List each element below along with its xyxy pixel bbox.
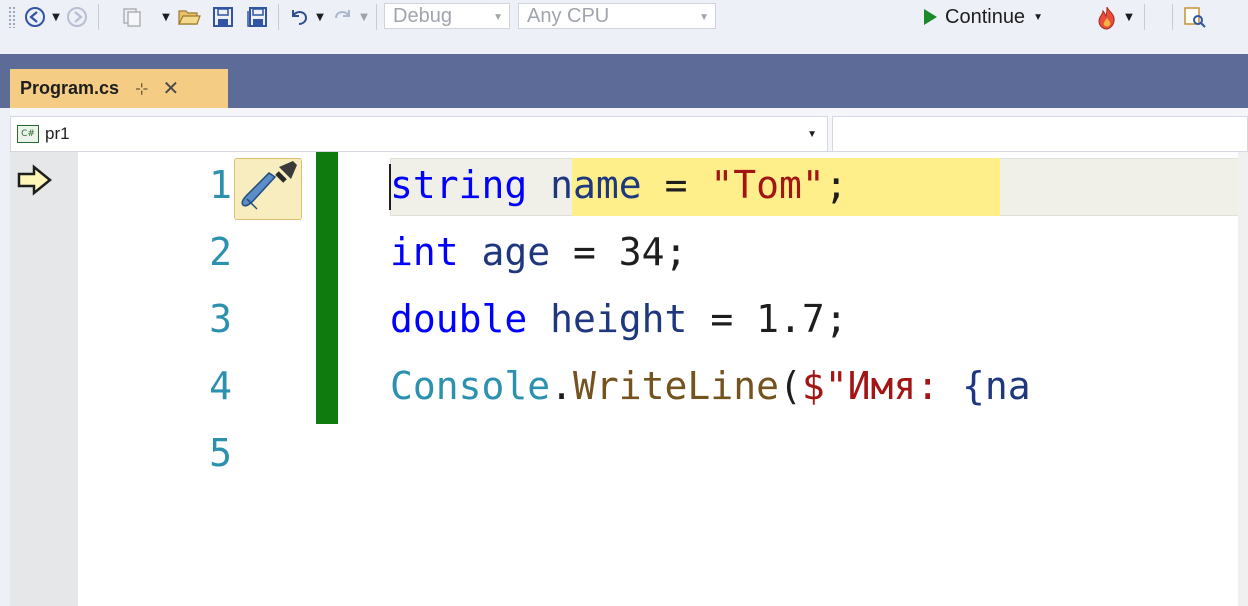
hot-reload-dropdown-icon[interactable]: ▼ — [1122, 2, 1136, 32]
toolbar-separator — [1144, 4, 1145, 30]
project-combo[interactable]: C# pr1 ▼ — [10, 116, 828, 152]
vertical-scrollbar[interactable] — [1238, 152, 1248, 606]
code-token: "Tom" — [687, 163, 825, 207]
solution-platform-combo[interactable]: Any CPU ▼ — [518, 3, 716, 29]
change-tracking-bar — [316, 152, 338, 424]
undo-icon[interactable] — [286, 2, 312, 32]
save-all-icon[interactable] — [244, 2, 270, 32]
code-line[interactable]: double height = 1.7; — [390, 286, 848, 353]
code-editor[interactable]: 1 2 3 4 5 string name = "Tom"; int age =… — [10, 152, 1248, 606]
code-token: int — [390, 230, 459, 274]
new-project-icon[interactable] — [106, 2, 158, 32]
code-token: ; — [824, 163, 848, 207]
line-number: 2 — [209, 230, 232, 274]
solution-platform-value: Any CPU — [527, 4, 610, 27]
toolbar-separator — [1172, 4, 1173, 30]
csharp-project-icon: C# — [17, 125, 39, 143]
toolbar-grip[interactable] — [8, 6, 16, 28]
line-number: 5 — [209, 431, 232, 475]
code-token: ( — [778, 364, 802, 408]
code-token: height — [527, 297, 711, 341]
code-token: = — [664, 163, 688, 207]
code-token: WriteLine — [573, 364, 779, 408]
navigate-back-dropdown-icon[interactable]: ▼ — [50, 2, 62, 32]
project-name: pr1 — [45, 124, 70, 143]
code-token: $"Имя: — [801, 364, 962, 408]
tab-program-cs[interactable]: Program.cs ⊹ ✕ — [10, 69, 228, 108]
code-token: = — [573, 230, 596, 274]
code-token: 34; — [595, 230, 688, 274]
new-project-dropdown-icon[interactable]: ▼ — [160, 2, 172, 32]
continue-label: Continue — [945, 5, 1026, 28]
document-tab-strip: Program.cs ⊹ ✕ — [0, 54, 1248, 108]
save-icon[interactable] — [210, 2, 236, 32]
code-line[interactable]: Console.WriteLine($"Имя: {na — [390, 353, 1031, 420]
redo-icon[interactable] — [330, 2, 356, 32]
navigation-bar: C# pr1 ▼ — [10, 108, 1248, 152]
toolbar-separator — [376, 4, 377, 30]
text-caret — [389, 164, 391, 210]
find-in-files-icon[interactable] — [1183, 5, 1207, 29]
navigate-back-icon[interactable] — [22, 2, 48, 32]
code-token: name — [527, 163, 665, 207]
toolbar-separator — [98, 4, 99, 30]
current-statement-arrow-icon — [17, 164, 52, 196]
hot-reload-icon[interactable] — [1094, 5, 1120, 31]
solution-configuration-combo[interactable]: Debug ▼ — [384, 3, 510, 29]
continue-button[interactable]: Continue ▼ — [924, 2, 1043, 32]
chevron-down-icon: ▼ — [699, 12, 709, 23]
code-token: 1.7; — [733, 297, 848, 341]
code-token: = — [710, 297, 734, 341]
code-token: {na — [962, 364, 1031, 408]
standard-toolbar: ▼ ▼ ▼ ▼ Debug ▼ Any CPU ▼ Continue ▼ ▼ — [0, 0, 1248, 54]
indicator-margin[interactable] — [10, 152, 78, 606]
close-icon[interactable]: ✕ — [162, 76, 179, 101]
pin-icon[interactable]: ⊹ — [135, 79, 148, 99]
open-folder-icon[interactable] — [176, 2, 202, 32]
undo-dropdown-icon[interactable]: ▼ — [314, 2, 326, 32]
code-token: age — [458, 230, 574, 274]
code-line[interactable]: int age = 34; — [390, 219, 687, 286]
play-icon — [924, 9, 937, 25]
solution-configuration-value: Debug — [393, 4, 452, 27]
navigate-forward-icon[interactable] — [64, 2, 90, 32]
screwdriver-icon — [241, 161, 297, 210]
chevron-down-icon: ▼ — [493, 12, 503, 23]
line-number: 3 — [209, 297, 232, 341]
code-token: Console — [390, 364, 551, 408]
line-number: 1 — [209, 163, 232, 207]
toolbar-separator — [278, 4, 279, 30]
code-token: double — [390, 297, 528, 341]
code-line[interactable]: string name = "Tom"; — [390, 152, 848, 219]
redo-dropdown-icon[interactable]: ▼ — [358, 2, 370, 32]
continue-dropdown-icon[interactable]: ▼ — [1033, 12, 1043, 23]
quick-actions-lightbulb[interactable] — [234, 158, 302, 220]
tab-label: Program.cs — [20, 78, 120, 98]
line-number: 4 — [209, 364, 232, 408]
member-combo[interactable] — [832, 116, 1248, 152]
code-token: . — [550, 364, 574, 408]
code-token: string — [390, 163, 528, 207]
chevron-down-icon: ▼ — [807, 129, 817, 140]
